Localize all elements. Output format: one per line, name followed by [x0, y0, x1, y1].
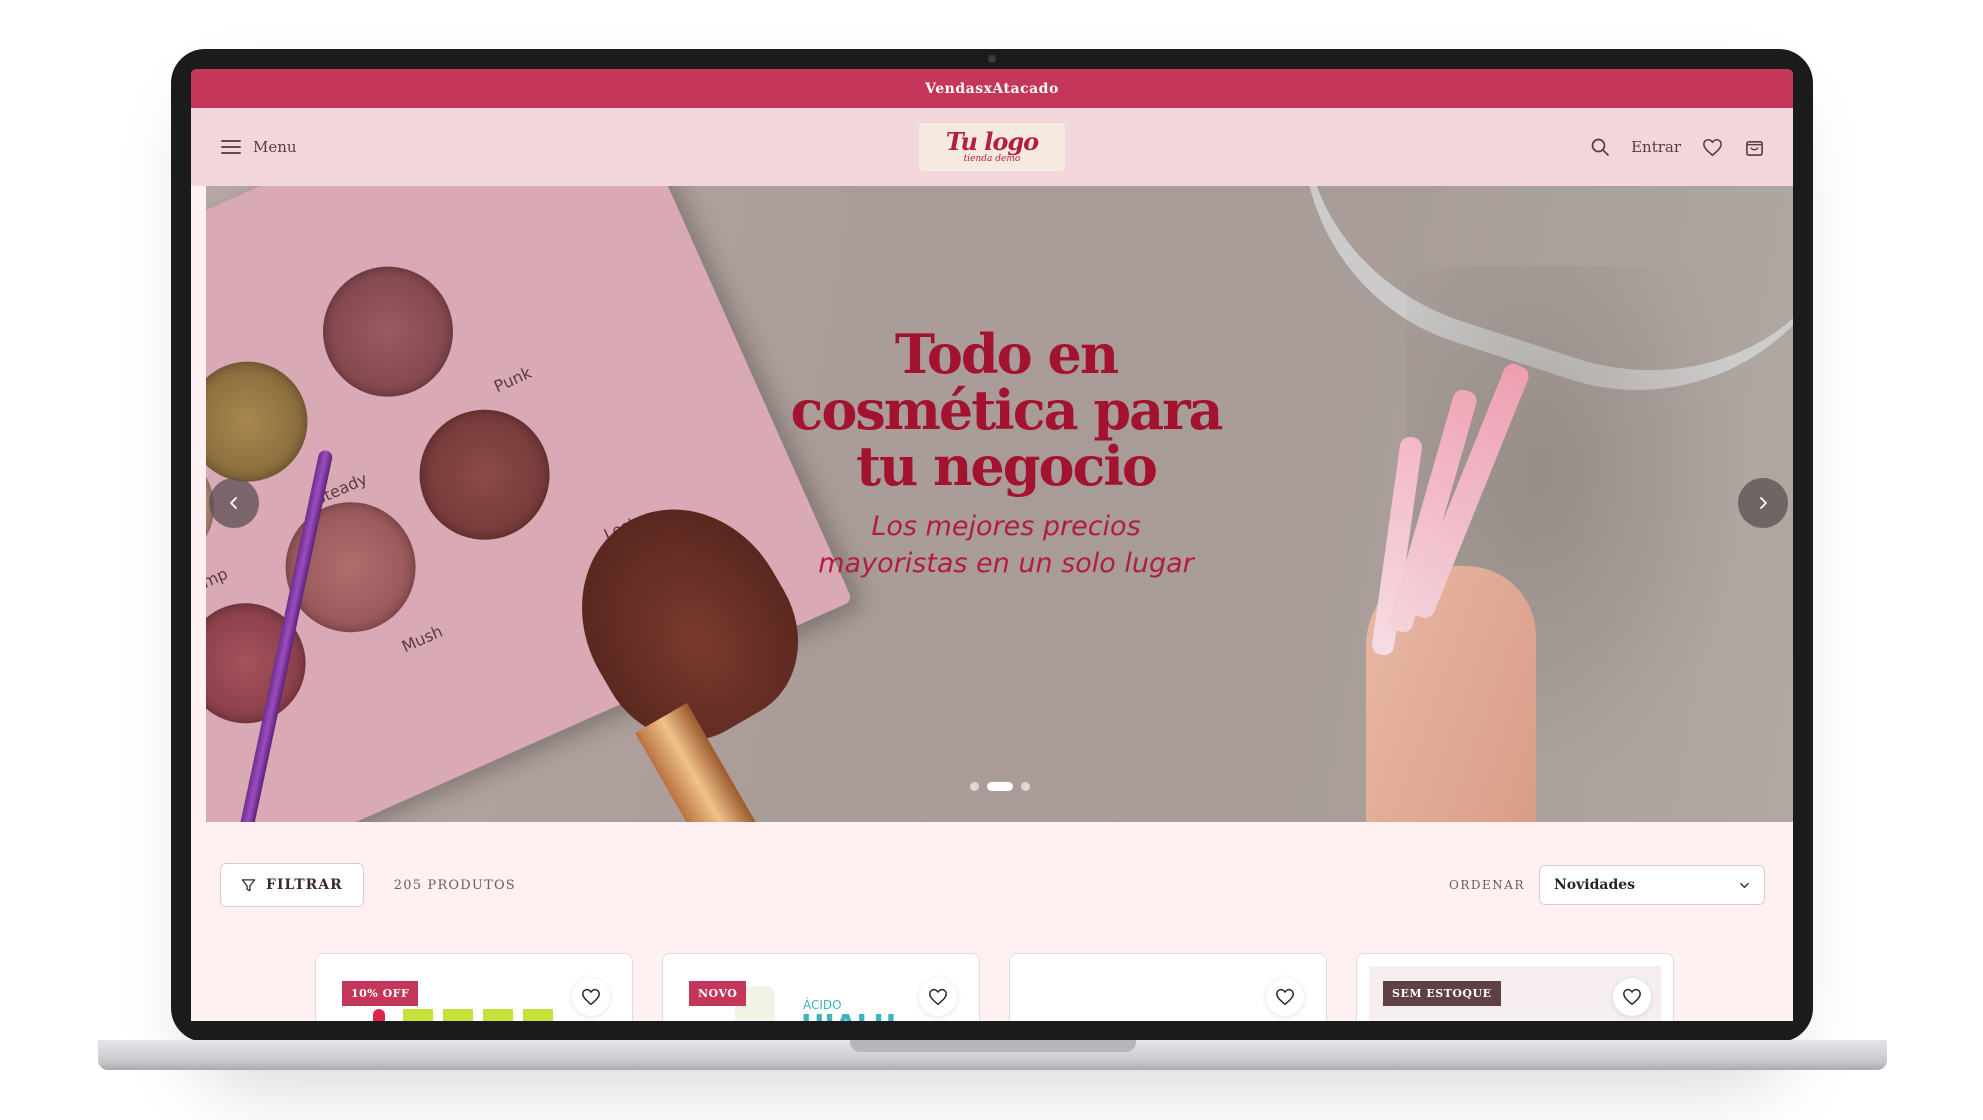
- product-image-text-bottom: HIALU: [801, 1011, 896, 1022]
- filter-label: FILTRAR: [266, 877, 343, 893]
- header-actions: Entrar: [1589, 136, 1765, 158]
- out-of-stock-badge: SEM ESTOQUE: [1383, 981, 1501, 1006]
- hero-title-line-2: cosmética para: [790, 378, 1223, 442]
- slider-prev-button[interactable]: [209, 478, 259, 528]
- wishlist-button[interactable]: [1613, 978, 1651, 1016]
- chevron-down-icon: [1740, 882, 1749, 888]
- product-card[interactable]: 10% OFF: [315, 953, 633, 1021]
- announcement-bar: VendasxAtacado: [191, 69, 1793, 108]
- bag-icon[interactable]: [1743, 136, 1765, 158]
- menu-label: Menu: [253, 138, 297, 156]
- palette-label: Punk: [491, 362, 535, 397]
- slider-dot-2[interactable]: [986, 782, 1013, 791]
- sort-value: Novidades: [1554, 877, 1636, 893]
- hero-text-block: Todo en cosmética para tu negocio Los me…: [766, 326, 1246, 582]
- wishlist-button[interactable]: [919, 978, 957, 1016]
- discount-badge: 10% OFF: [342, 981, 419, 1006]
- slider-next-button[interactable]: [1738, 478, 1788, 528]
- camera-dot: [988, 55, 996, 63]
- store-logo[interactable]: Tu logo tienda demo: [919, 123, 1065, 171]
- heart-icon: [1276, 988, 1294, 1006]
- product-card[interactable]: [1009, 953, 1327, 1021]
- heart-icon: [582, 988, 600, 1006]
- slider-dot-1[interactable]: [969, 782, 979, 791]
- product-count: 205 PRODUTOS: [393, 877, 516, 893]
- wishlist-button[interactable]: [1266, 978, 1304, 1016]
- hero-subtitle: Los mejores precios mayoristas en un sol…: [766, 508, 1246, 582]
- chevron-left-icon: [230, 497, 237, 509]
- palette-label: Skimp: [206, 563, 231, 602]
- heart-icon: [1623, 988, 1641, 1006]
- wishlist-button[interactable]: [572, 978, 610, 1016]
- hero-title-line-3: tu negocio: [856, 434, 1158, 498]
- hero-subtitle-line-2: mayoristas en un solo lugar: [818, 548, 1194, 579]
- logo-main-text: Tu logo: [945, 127, 1039, 156]
- search-icon[interactable]: [1589, 136, 1611, 158]
- hero-title-line-1: Todo en: [894, 322, 1119, 386]
- filter-icon: [241, 878, 256, 891]
- hero-banner[interactable]: PunkSteadySkimpLostMush Todo en cosmétic…: [206, 186, 1793, 822]
- announcement-text: VendasxAtacado: [925, 80, 1059, 97]
- new-badge: NOVO: [689, 981, 747, 1006]
- toolbar-right: ORDENAR Novidades: [1449, 865, 1765, 905]
- laptop-base-notch: [850, 1040, 1136, 1052]
- toolbar-left: FILTRAR 205 PRODUTOS: [220, 863, 516, 907]
- slider-dot-3[interactable]: [1020, 782, 1030, 791]
- sort-label: ORDENAR: [1449, 878, 1525, 892]
- eyeshadow-palette-image: PunkSteadySkimpLostMush: [206, 186, 853, 822]
- heart-icon: [929, 988, 947, 1006]
- product-toolbar: FILTRAR 205 PRODUTOS ORDENAR Novidades: [191, 862, 1793, 908]
- product-card[interactable]: SEM ESTOQUE: [1356, 953, 1674, 1021]
- filter-button[interactable]: FILTRAR: [220, 863, 364, 907]
- hero-title: Todo en cosmética para tu negocio: [766, 326, 1246, 494]
- chevron-right-icon: [1760, 497, 1767, 509]
- login-link[interactable]: Entrar: [1631, 138, 1681, 156]
- menu-icon: [221, 140, 241, 154]
- sort-select[interactable]: Novidades: [1539, 865, 1765, 905]
- hero-subtitle-line-1: Los mejores precios: [871, 511, 1141, 542]
- site-header: Menu Tu logo tienda demo Entrar: [191, 108, 1793, 186]
- menu-button[interactable]: Menu: [221, 138, 297, 156]
- slider-pagination: [206, 782, 1793, 791]
- heart-icon[interactable]: [1701, 136, 1723, 158]
- product-card[interactable]: ÁCIDO HIALU NOVO: [662, 953, 980, 1021]
- browser-screen: VendasxAtacado Menu Tu logo tienda demo …: [191, 69, 1793, 1021]
- logo-sub-text: tienda demo: [963, 154, 1021, 164]
- palette-label: Mush: [398, 621, 446, 657]
